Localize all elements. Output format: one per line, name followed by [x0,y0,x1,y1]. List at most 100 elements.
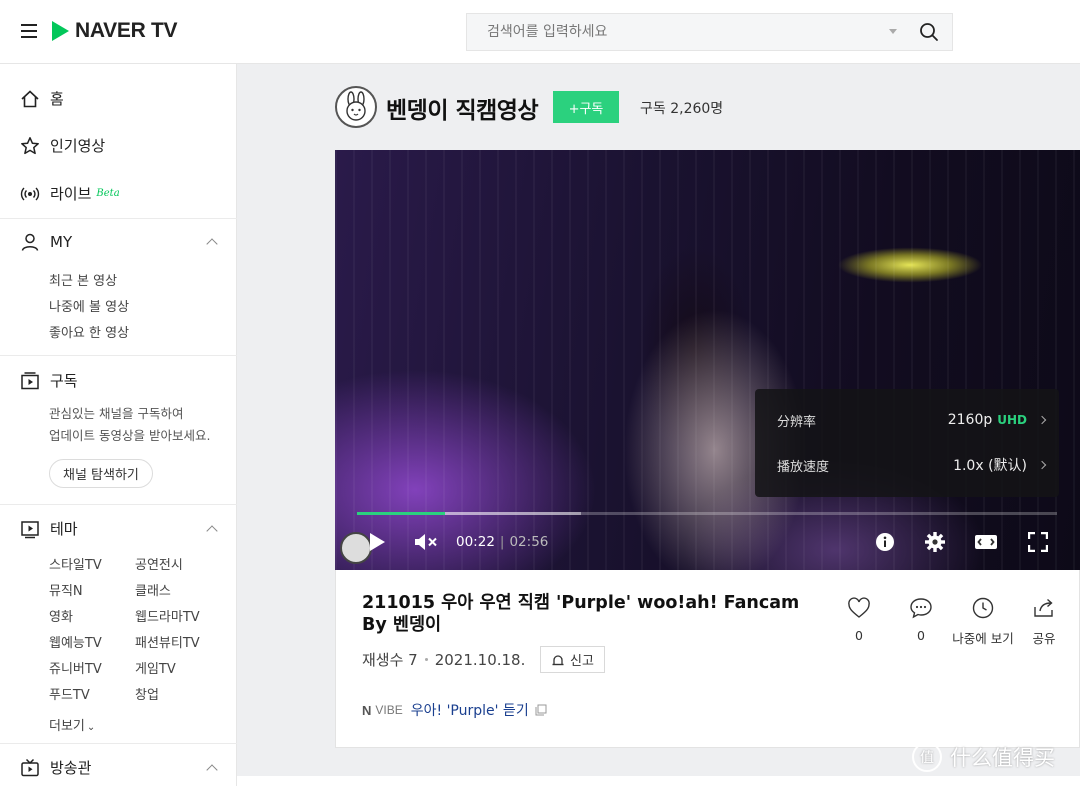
wide-mode-button[interactable] [973,530,999,554]
divider [0,504,237,505]
section-title: 구독 [50,372,78,390]
next-section-card [237,776,1080,786]
clock-icon [972,597,994,619]
more-label: 더보기 [49,719,85,734]
sidebar-item-label: 라이브 [50,185,92,203]
duration: 02:56 [509,534,549,550]
theme-item[interactable]: 창업 [135,684,159,703]
theme-item[interactable]: 게임TV [135,658,176,677]
vibe-n-logo: N [362,702,372,718]
gear-icon [925,532,945,552]
search-bar [466,13,953,51]
theme-item[interactable]: 스타일TV [49,554,102,573]
chevron-up-icon[interactable] [206,763,218,776]
view-count: 재생수 7 [362,651,418,669]
subscribe-button[interactable]: +구독 [553,91,619,123]
channel-name[interactable]: 벤뎅이 직캠영상 [386,91,539,125]
theme-tv-icon [20,519,40,539]
heart-icon [848,597,870,618]
explore-channels-button[interactable]: 채널 탐색하기 [49,459,153,488]
section-title: 테마 [50,520,78,538]
theme-item[interactable]: 푸드TV [49,684,90,703]
menu-icon[interactable] [21,24,37,38]
theme-more-link[interactable]: 더보기 ⌄ [49,715,95,734]
rabbit-logo-icon [346,91,366,121]
theme-item[interactable]: 웹드라마TV [135,606,200,625]
muted-speaker-icon [415,534,437,550]
subscriber-count: 구독 2,260명 [640,101,724,117]
sidebar-item-live[interactable]: 라이브 Beta [20,183,120,204]
vibe-logo-text: VIBE [375,703,403,717]
resolution-value: 2160p [947,412,993,428]
speed-setting[interactable]: 播放速度 1.0x (默认) [777,455,1047,475]
sidebar-item-label: 인기영상 [50,137,106,155]
video-player[interactable]: 分辨率 2160p UHD 播放速度 1.0x (默认) 00:22 | 02:56 [335,150,1080,570]
settings-button[interactable] [923,530,947,554]
section-title: MY [50,233,73,251]
channel-avatar[interactable] [335,86,377,128]
chevron-right-icon [1037,415,1047,425]
current-time: 00:22 [456,534,495,550]
section-broadcast[interactable]: 방송관 [20,757,218,778]
beta-badge: Beta [96,188,120,199]
search-input[interactable] [467,14,867,50]
siren-icon [552,654,564,665]
subscription-icon [20,371,40,391]
video-info-panel: 211015 우아 우연 직캠 'Purple' woo!ah! Fancam … [335,570,1080,748]
resolution-setting[interactable]: 分辨率 2160p UHD [777,410,1047,430]
sidebar-item-watch-later[interactable]: 나중에 볼 영상 [49,296,129,315]
fullscreen-icon [1028,532,1048,552]
divider [0,355,237,356]
video-title: 211015 우아 우연 직캠 'Purple' woo!ah! Fancam … [362,593,800,635]
theme-item[interactable]: 쥬니버TV [49,658,102,677]
search-dropdown-icon[interactable] [889,29,897,34]
video-meta: 재생수 7 2021.10.18. [362,649,525,670]
theme-item[interactable]: 웹예능TV [49,632,102,651]
divider [0,218,237,219]
chevron-up-icon[interactable] [206,238,218,250]
chevron-down-icon: ⌄ [86,722,96,733]
sidebar-item-liked[interactable]: 좋아요 한 영상 [49,322,129,341]
theme-item[interactable]: 뮤직N [49,580,83,599]
play-button[interactable] [365,530,389,554]
sidebar: 홈 인기영상 라이브 Beta MY 최근 본 영상 나중에 볼 영상 좋아요 … [0,64,237,786]
uhd-badge: UHD [997,413,1027,427]
meta-separator [424,658,428,661]
search-icon[interactable] [919,22,939,42]
theme-item[interactable]: 패션뷰티TV [135,632,200,651]
section-theme[interactable]: 테마 [20,518,218,539]
comment-icon [910,598,932,619]
naver-tv-logo[interactable]: NAVER TV [52,19,178,43]
theme-item[interactable]: 공연전시 [135,554,183,573]
top-header: NAVER TV [0,0,1080,64]
sidebar-item-popular[interactable]: 인기영상 [20,135,105,156]
chevron-up-icon[interactable] [206,524,218,537]
time-display: 00:22 | 02:56 [456,534,549,550]
share-action[interactable]: 공유 [1008,596,1080,647]
logo-text: NAVER TV [75,19,178,42]
song-link[interactable]: 우아! 'Purple' 듣기 [411,700,529,720]
section-subscribe[interactable]: 구독 [20,370,216,391]
theme-item[interactable]: 영화 [49,606,73,625]
share-icon [1034,598,1053,617]
info-button[interactable] [873,530,897,554]
home-icon [20,89,40,109]
vibe-music-link[interactable]: N VIBE 우아! 'Purple' 듣기 [362,700,547,720]
person-icon [20,232,40,252]
settings-popup: 分辨率 2160p UHD 播放速度 1.0x (默认) [755,389,1059,497]
broadcast-tv-icon [20,758,40,778]
sidebar-item-recent[interactable]: 최근 본 영상 [49,270,117,289]
watermark: 值 什么值得买 [912,742,1055,772]
section-my[interactable]: MY [20,232,218,252]
sidebar-item-label: 홈 [50,90,64,108]
sidebar-item-home[interactable]: 홈 [20,88,64,109]
play-icon [370,533,385,551]
played-bar [357,512,445,515]
theme-item[interactable]: 클래스 [135,580,171,599]
section-title: 방송관 [50,759,92,777]
report-button[interactable]: 신고 [540,646,605,673]
fullscreen-button[interactable] [1026,530,1050,554]
progress-bar[interactable] [357,512,1057,515]
mute-button[interactable] [413,530,441,554]
wide-screen-icon [975,535,997,549]
